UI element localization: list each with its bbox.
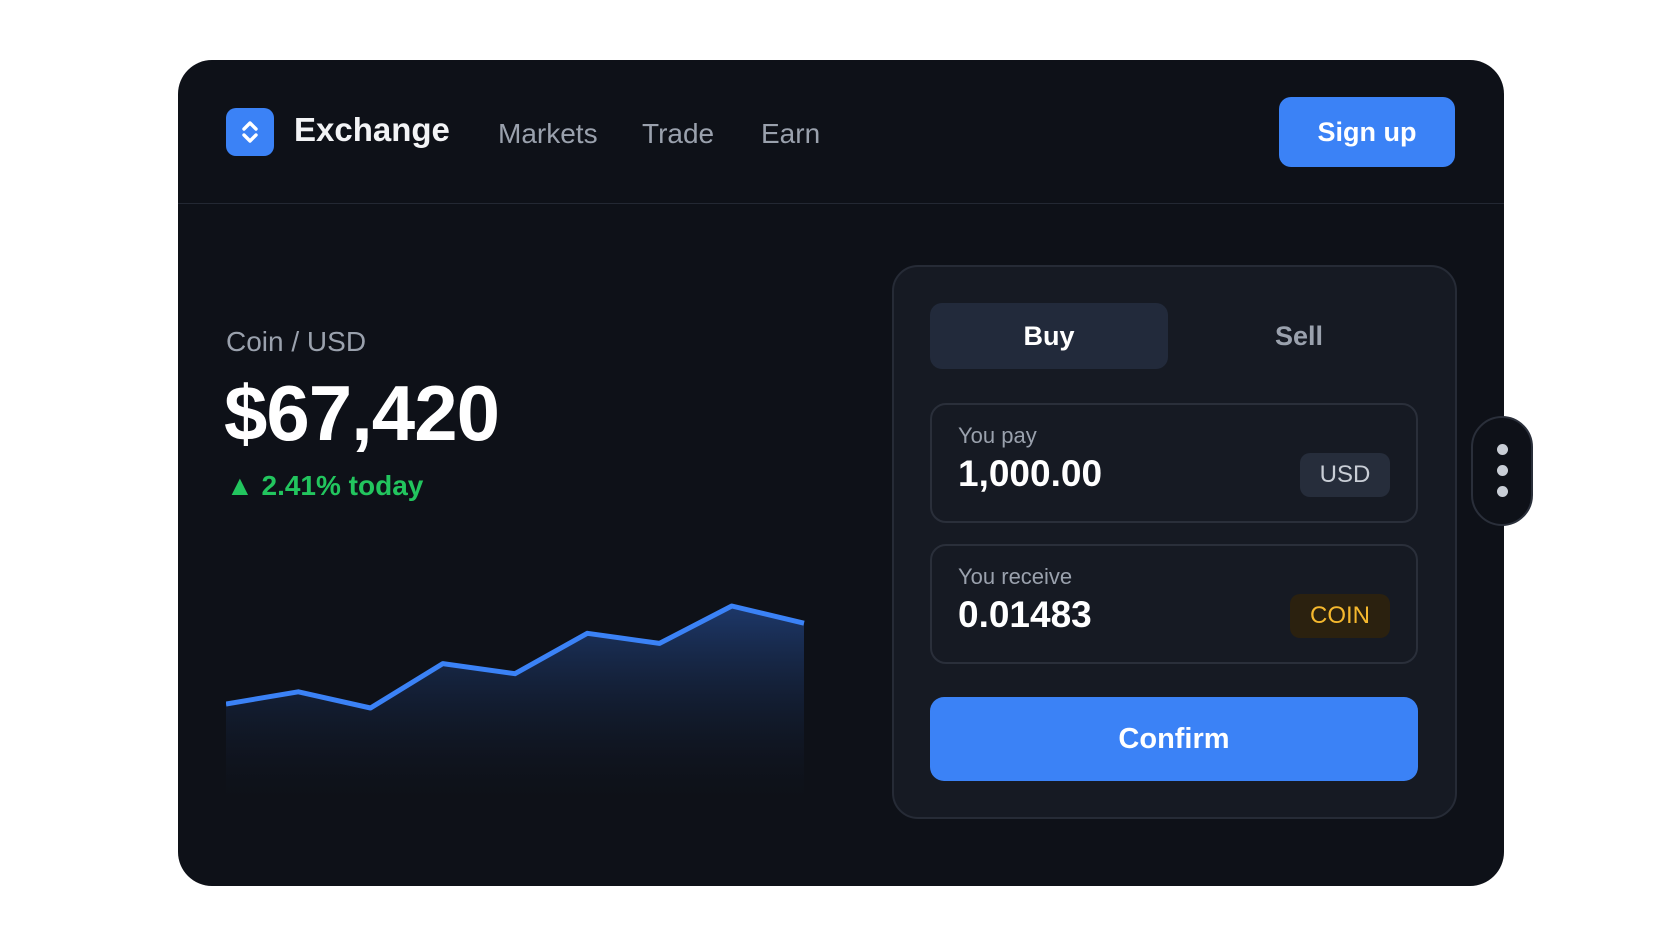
confirm-button[interactable]: Confirm: [930, 697, 1418, 781]
brand-name: Exchange: [294, 111, 450, 148]
chart-area-fill: [226, 606, 804, 800]
trading-pair: Coin / USD: [226, 326, 367, 357]
nav-markets[interactable]: Markets: [498, 112, 598, 156]
swap-arrows-icon: [242, 121, 258, 143]
more-vertical-icon: [1497, 486, 1508, 497]
pay-label: You pay: [958, 423, 1037, 448]
more-vertical-icon: [1497, 444, 1508, 455]
top-bar: Exchange Markets Trade Earn Sign up: [178, 60, 1504, 204]
receive-amount-input[interactable]: [958, 594, 1258, 636]
price-chart: [226, 603, 805, 800]
sign-up-button[interactable]: Sign up: [1279, 97, 1455, 167]
trade-card: Buy Sell You pay USD You receive COIN Co…: [892, 265, 1457, 819]
receive-currency-badge[interactable]: COIN: [1290, 594, 1390, 638]
price-value: $67,420: [224, 369, 500, 457]
nav-earn[interactable]: Earn: [761, 112, 820, 156]
pay-field[interactable]: You pay USD: [930, 403, 1418, 523]
pay-currency-badge[interactable]: USD: [1300, 453, 1390, 497]
tab-sell[interactable]: Sell: [1180, 303, 1418, 369]
price-change: ▲ 2.41% today: [226, 470, 424, 501]
more-options-button[interactable]: [1471, 416, 1533, 526]
receive-field[interactable]: You receive COIN: [930, 544, 1418, 664]
pay-amount-input[interactable]: [958, 453, 1258, 495]
tab-buy[interactable]: Buy: [930, 303, 1168, 369]
exchange-app: Exchange Markets Trade Earn Sign up Coin…: [178, 60, 1504, 886]
nav-trade[interactable]: Trade: [642, 112, 714, 156]
more-vertical-icon: [1497, 465, 1508, 476]
logo[interactable]: [226, 108, 274, 156]
receive-label: You receive: [958, 564, 1073, 589]
